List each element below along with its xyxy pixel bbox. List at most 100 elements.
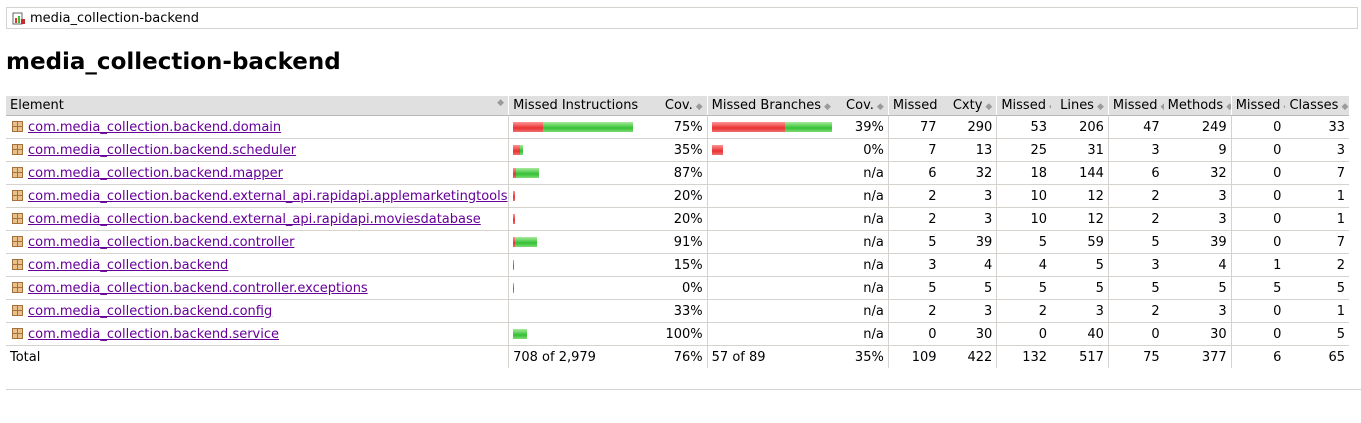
missed-segment [711, 145, 723, 155]
missed-branches-cell [706, 161, 839, 185]
instructions-coverage-bar [513, 145, 636, 155]
package-link[interactable]: com.media_collection.backend [28, 258, 228, 273]
col-header-missed-lines[interactable]: Missed◆ [996, 96, 1052, 116]
element-cell: com.media_collection.backend.external_ap… [6, 207, 509, 231]
total-branch-cov: 35% [854, 349, 884, 365]
element-cell: com.media_collection.backend.config [6, 299, 509, 323]
col-header-instr-cov[interactable]: Cov. ◆ [639, 96, 708, 116]
missed-cxty: 5 [887, 276, 941, 300]
element-cell: com.media_collection.backend.scheduler [6, 138, 509, 162]
table-header: Element◆ Missed Instructions◆ Cov.◆ Miss… [6, 96, 1349, 116]
missed-segment [513, 122, 544, 132]
classes: 7 [1285, 230, 1349, 254]
missed-classes: 1 [1230, 253, 1286, 277]
breadcrumb: media_collection-backend [6, 7, 1358, 29]
package-link[interactable]: com.media_collection.backend.domain [28, 120, 281, 135]
branches-coverage-bar [711, 122, 835, 132]
total-methods: 377 [1201, 349, 1227, 365]
lines: 206 [1051, 115, 1109, 139]
package-link[interactable]: com.media_collection.backend.config [28, 304, 272, 319]
lines: 5 [1051, 276, 1109, 300]
instructions-coverage-bar [513, 260, 636, 270]
missed-cxty: 2 [887, 184, 941, 208]
instructions-coverage-bar [513, 237, 636, 247]
missed-classes: 0 [1230, 138, 1286, 162]
sort-icon: ◆ [1096, 102, 1104, 112]
col-header-classes[interactable]: Classes ◆ [1285, 96, 1349, 116]
missed-segment [513, 283, 515, 293]
package-link[interactable]: com.media_collection.backend.external_ap… [28, 212, 481, 227]
col-header-element[interactable]: Element ◆ [6, 96, 509, 116]
package-link[interactable]: com.media_collection.backend.scheduler [28, 143, 296, 158]
branch-cov: n/a [838, 322, 889, 346]
instr-cov: 75% [639, 115, 708, 139]
branch-cov: n/a [838, 299, 889, 323]
col-header-missed-instructions[interactable]: Missed Instructions◆ [508, 96, 640, 116]
classes: 7 [1285, 161, 1349, 185]
col-header-methods[interactable]: Methods◆ [1163, 96, 1232, 116]
col-header-missed-branches[interactable]: Missed Branches ◆ [706, 96, 839, 116]
instructions-coverage-bar [513, 329, 636, 339]
missed-branches-cell [706, 322, 839, 346]
package-link[interactable]: com.media_collection.backend.controller.… [28, 281, 368, 296]
col-header-cxty[interactable]: Cxty ◆ [940, 96, 997, 116]
package-link[interactable]: com.media_collection.backend.controller [28, 235, 294, 250]
total-missed-methods: 75 [1107, 345, 1164, 368]
lines: 31 [1051, 138, 1109, 162]
missed-instructions-cell [508, 299, 640, 323]
col-header-missed-methods[interactable]: Missed◆ [1107, 96, 1164, 116]
total-lines: 517 [1079, 349, 1104, 365]
cxty: 30 [940, 322, 997, 346]
instr-cov: 87% [639, 161, 708, 185]
col-header-branch-cov[interactable]: Cov. ◆ [838, 96, 889, 116]
branches-coverage-bar [711, 145, 835, 155]
missed-lines: 0 [996, 322, 1052, 346]
branches-coverage-bar [712, 214, 835, 224]
package-icon [12, 189, 23, 201]
missed-classes: 0 [1230, 161, 1286, 185]
report-icon [12, 12, 26, 25]
missed-methods: 5 [1107, 276, 1164, 300]
instructions-coverage-bar [513, 306, 636, 316]
methods: 39 [1163, 230, 1232, 254]
table-row: com.media_collection.backend.domain 75% 39… [6, 115, 1349, 139]
missed-instructions-cell [508, 115, 640, 139]
branches-coverage-bar [712, 191, 835, 201]
table-row: com.media_collection.backend.service 100%… [6, 322, 1349, 346]
missed-cxty: 5 [887, 230, 941, 254]
package-link[interactable]: com.media_collection.backend.mapper [28, 166, 283, 181]
branch-cov: 39% [838, 115, 889, 139]
table-row: com.media_collection.backend 15% n/a 3 4 4 5 3 4… [6, 253, 1349, 277]
missed-instructions-cell [508, 207, 640, 231]
element-cell: com.media_collection.backend [6, 253, 509, 277]
element-cell: com.media_collection.backend.external_ap… [6, 184, 509, 208]
sort-icon: ◆ [1283, 102, 1285, 112]
missed-classes: 0 [1230, 184, 1286, 208]
breadcrumb-label[interactable]: media_collection-backend [30, 11, 199, 26]
package-icon [12, 281, 23, 293]
cxty: 5 [940, 276, 997, 300]
branches-coverage-bar [712, 237, 835, 247]
missed-instructions-cell [508, 230, 640, 254]
missed-methods: 47 [1107, 115, 1164, 139]
col-header-missed-classes[interactable]: Missed◆ [1230, 96, 1286, 116]
element-cell: com.media_collection.backend.service [6, 322, 509, 346]
missed-branches-cell [706, 230, 839, 254]
missed-methods: 6 [1107, 161, 1164, 185]
missed-classes: 0 [1230, 299, 1286, 323]
missed-cxty: 6 [887, 161, 941, 185]
total-missed-classes: 6 [1230, 345, 1286, 368]
missed-branches-cell [706, 138, 839, 162]
col-header-missed-cxty[interactable]: Missed◆ [887, 96, 941, 116]
covered-segment [516, 168, 540, 178]
col-header-lines[interactable]: Lines ◆ [1051, 96, 1109, 116]
missed-methods: 2 [1107, 184, 1164, 208]
missed-instructions-cell [508, 276, 640, 300]
package-link[interactable]: com.media_collection.backend.external_ap… [28, 189, 508, 204]
package-link[interactable]: com.media_collection.backend.service [28, 327, 279, 342]
instructions-coverage-bar [513, 122, 636, 132]
missed-instructions-cell [508, 322, 640, 346]
instr-cov: 20% [639, 184, 708, 208]
total-label: Total [10, 349, 41, 365]
missed-cxty: 7 [887, 138, 941, 162]
